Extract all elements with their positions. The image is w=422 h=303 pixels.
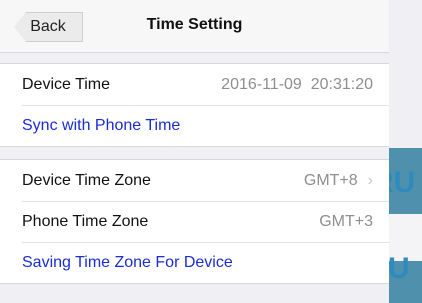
sync-with-phone-time-row[interactable]: Sync with Phone Time (0, 105, 389, 146)
navigation-bar: Back Time Setting (0, 0, 389, 53)
device-time-row: Device Time 2016-11-09 20:31:20 (0, 64, 389, 105)
page-title: Time Setting (146, 16, 243, 33)
device-time-zone-label: Device Time Zone (22, 171, 151, 189)
phone-time-zone-value: GMT+3 (319, 212, 373, 230)
saving-time-zone-link[interactable]: Saving Time Zone For Device (22, 254, 233, 272)
device-time-zone-row[interactable]: Device Time Zone GMT+8 › (0, 160, 389, 201)
time-setting-panel: Back Time Setting Device Time 2016-11-09… (0, 0, 389, 303)
device-time-value: 2016-11-09 20:31:20 (221, 75, 373, 93)
device-time-group: Device Time 2016-11-09 20:31:20 Sync wit… (0, 63, 389, 147)
background-text-fragment-bottom: U (388, 252, 410, 285)
chevron-right-icon: › (367, 171, 373, 189)
sync-with-phone-time-link[interactable]: Sync with Phone Time (22, 117, 180, 135)
device-time-zone-value: GMT+8 (303, 171, 358, 189)
saving-time-zone-row[interactable]: Saving Time Zone For Device (0, 242, 389, 283)
phone-time-zone-label: Phone Time Zone (22, 212, 149, 230)
device-time-label: Device Time (22, 75, 111, 93)
phone-time-zone-row: Phone Time Zone GMT+3 (0, 201, 389, 242)
time-zone-group: Device Time Zone GMT+8 › Phone Time Zone… (0, 159, 389, 284)
